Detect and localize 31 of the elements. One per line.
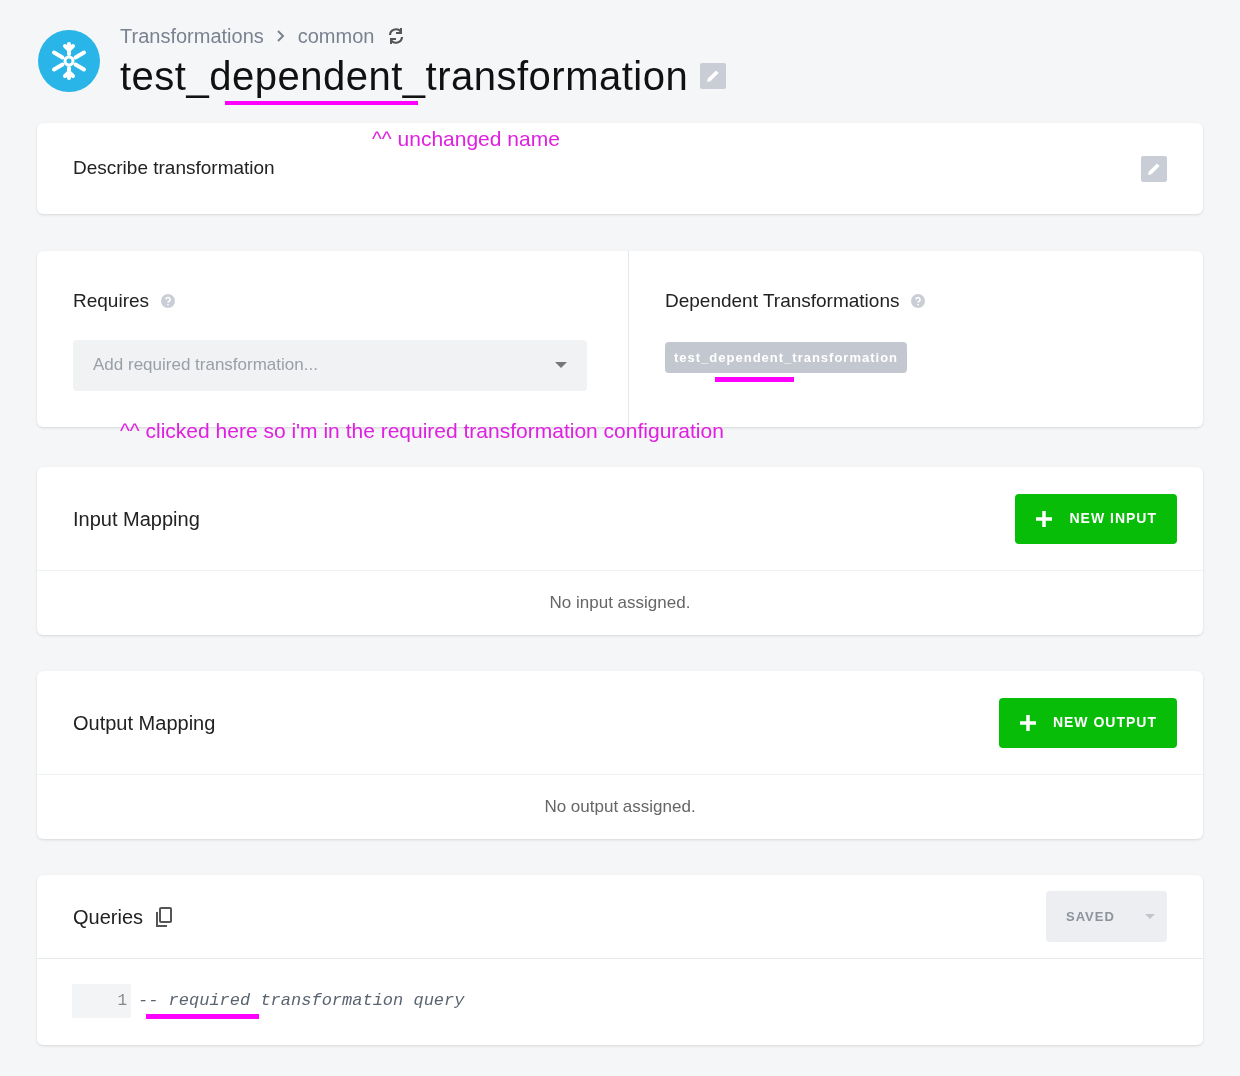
breadcrumb-link[interactable]: common xyxy=(297,21,375,51)
annotation-note: ^^ unchanged name xyxy=(372,126,560,152)
edit-icon[interactable] xyxy=(1141,155,1167,182)
placeholder-text: Add required transformation... xyxy=(93,354,318,377)
section-label: Requires xyxy=(73,289,150,313)
new-output-button[interactable]: NEW OUTPUT xyxy=(998,697,1177,748)
help-icon[interactable] xyxy=(911,294,926,309)
plus-icon xyxy=(1018,713,1037,732)
caret-icon xyxy=(555,362,567,368)
new-input-button[interactable]: NEW INPUT xyxy=(1015,493,1177,544)
section-title: Output Mapping xyxy=(73,710,216,736)
snowflake-logo-icon xyxy=(38,30,100,92)
section-title: Input Mapping xyxy=(73,506,200,532)
empty-message: No input assigned. xyxy=(549,592,691,615)
section-title: Queries xyxy=(73,904,144,930)
edit-icon[interactable] xyxy=(700,63,727,89)
code-comment: -- required transformation query xyxy=(138,991,465,1011)
plus-icon xyxy=(1035,509,1054,528)
help-icon[interactable] xyxy=(161,294,176,309)
caret-icon xyxy=(1145,914,1155,919)
card-label: Describe transformation xyxy=(73,156,275,181)
breadcrumb-link[interactable]: Transformations xyxy=(120,21,264,51)
select-field[interactable]: Add required transformation... xyxy=(73,339,587,391)
annotation-note: ^^ clicked here so i'm in the required transformation configuration xyxy=(120,418,724,444)
section-label: Dependent Transformations xyxy=(665,289,900,313)
page-title: test_dependent_transformation xyxy=(120,53,689,100)
line-number: 1 xyxy=(72,984,131,1018)
transformation-tag[interactable]: test_dependent_transformation xyxy=(665,341,908,373)
copy-icon[interactable] xyxy=(155,906,174,927)
chevron-right-icon xyxy=(275,29,286,43)
empty-message: No output assigned. xyxy=(544,796,696,819)
